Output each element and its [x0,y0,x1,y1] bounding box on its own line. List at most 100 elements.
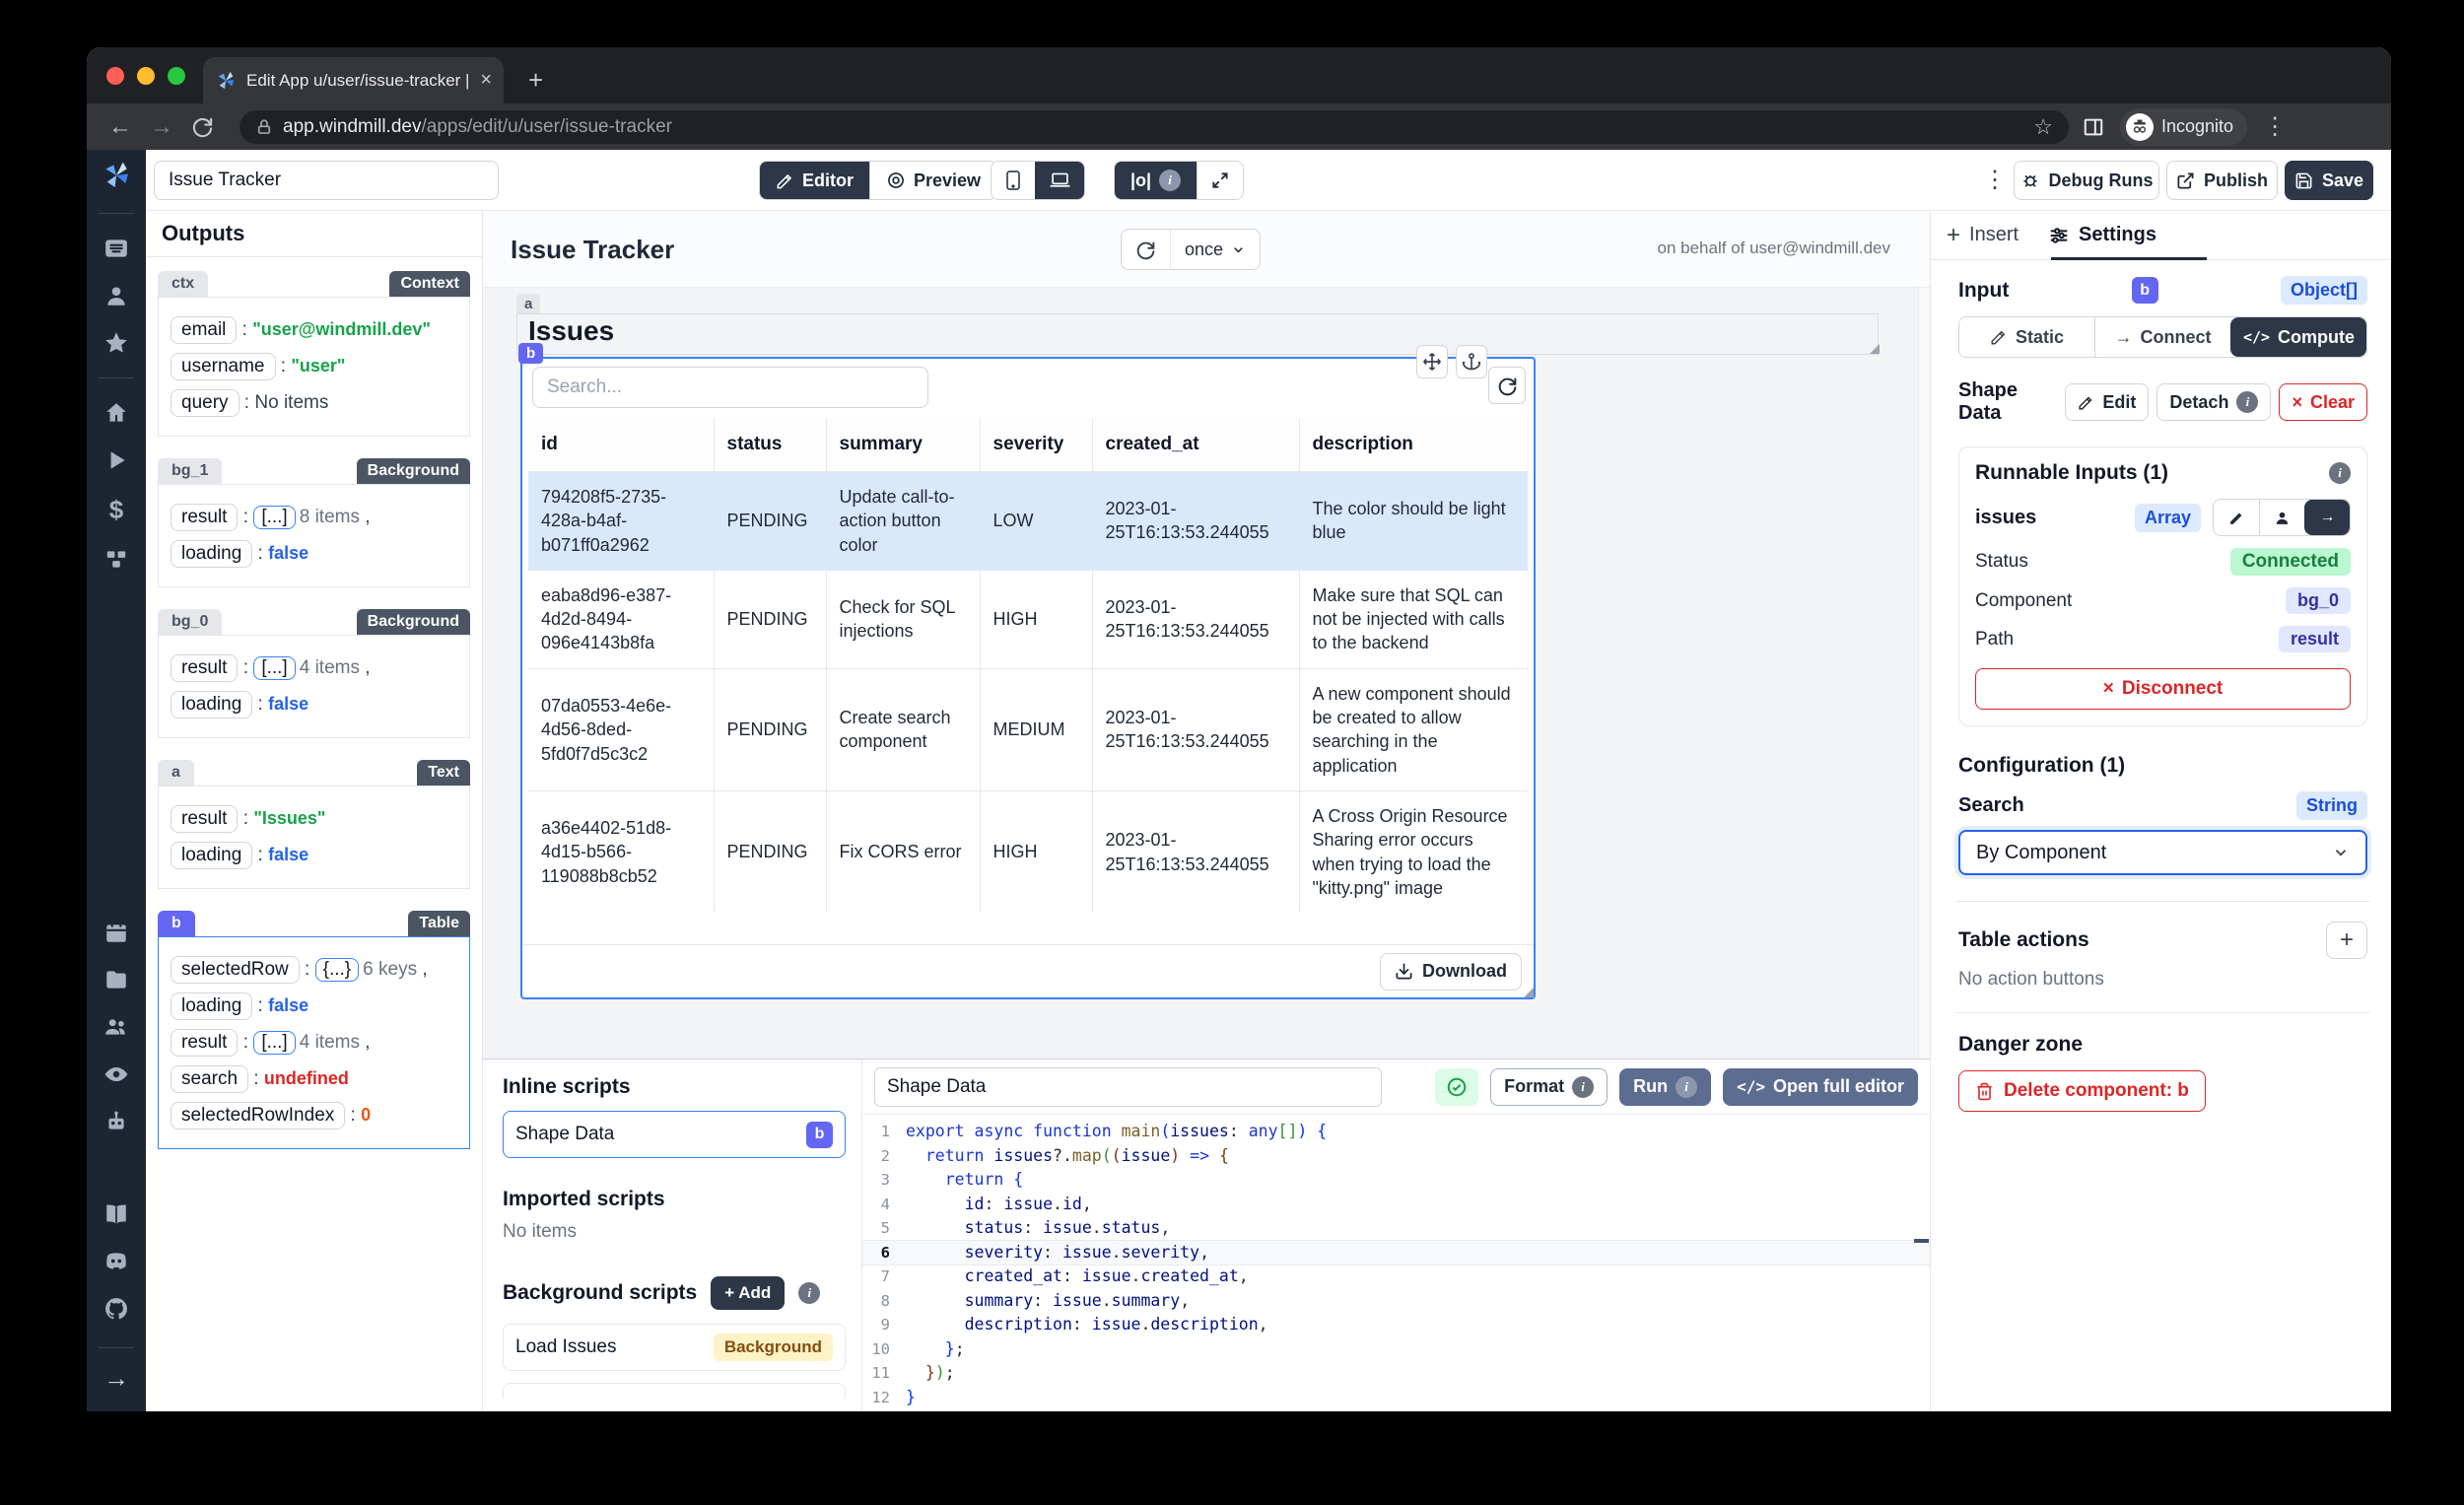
github-icon[interactable] [103,1296,129,1322]
table-column-header[interactable]: summary [825,418,980,472]
docs-icon[interactable] [103,1201,129,1227]
resize-handle[interactable] [1870,344,1880,354]
output-card-tab[interactable]: a [158,760,194,786]
new-tab-button[interactable]: + [528,61,543,99]
close-window-button[interactable] [106,67,124,85]
output-key[interactable]: username [171,353,276,380]
move-icon[interactable] [1416,345,1448,378]
sidebar-item-runs[interactable] [103,447,129,473]
script-name-input[interactable] [874,1066,1382,1107]
output-key[interactable]: selectedRow [171,956,300,984]
sidebar-item-variables[interactable]: $ [109,495,123,525]
sidebar-item-favorites[interactable] [103,330,129,356]
output-key[interactable]: result [171,654,239,682]
clear-button[interactable]: × Clear [2279,383,2367,421]
output-key[interactable]: loading [171,691,253,718]
table-column-header[interactable]: severity [979,418,1092,472]
table-row[interactable]: a36e4402-51d8-4d15-b566-119088b8cb52 PEND… [528,789,1528,914]
table-row[interactable]: 07da0553-4e6e-4d56-8ded-5fd0f7d5c3c2 PEND… [528,667,1528,791]
table-component-tag[interactable]: b [518,343,544,364]
user-icon-button[interactable] [2259,500,2304,535]
minimize-window-button[interactable] [137,67,155,85]
sidebar-item-schedules[interactable] [103,920,129,945]
delete-component-button[interactable]: Delete component: b [1958,1070,2206,1112]
canvas-refresh-icon[interactable] [1122,230,1170,269]
output-key[interactable]: selectedRowIndex [171,1102,346,1129]
sidebar-item-groups[interactable] [103,1014,129,1040]
sidebar-item-user[interactable] [103,283,129,308]
output-key[interactable]: result [171,504,239,531]
text-component-tag[interactable]: a [516,294,541,314]
desktop-view-button[interactable] [1035,162,1084,199]
sidebar-item-home[interactable] [103,400,129,426]
add-background-script-button[interactable]: + Add [711,1276,786,1310]
hide-panels-button[interactable]: |o| i [1115,162,1198,199]
add-action-button[interactable]: + [2326,922,2367,959]
table-component[interactable]: idstatussummaryseveritycreated_atdescrip… [520,357,1536,999]
output-key[interactable]: result [171,805,239,833]
static-mode-button[interactable]: Static [1959,317,2094,357]
debug-runs-button[interactable]: Debug Runs [2014,161,2159,200]
output-key[interactable]: loading [171,540,253,568]
output-key[interactable]: loading [171,842,253,869]
tab-settings[interactable]: Settings [2048,224,2156,246]
back-icon[interactable]: ← [108,113,132,141]
preview-mode-button[interactable]: Preview [869,162,996,199]
bookmark-star-icon[interactable]: ☆ [2033,114,2053,140]
table-column-header[interactable]: created_at [1091,418,1299,472]
sidebar-item-apps[interactable] [103,236,129,261]
connect-mode-button[interactable]: → Connect [2094,317,2230,357]
detach-button[interactable]: Detach i [2156,383,2272,421]
table-row[interactable]: eaba8d96-e387-4d2d-8494-096e4143b8fa PEND… [528,569,1528,669]
output-card-tab[interactable]: bg_0 [158,609,223,635]
sidebar-item-folders[interactable] [103,967,129,992]
inline-script-item[interactable]: Shape Data b [503,1111,846,1158]
table-column-header[interactable]: description [1298,418,1528,472]
open-full-editor-button[interactable]: </> Open full editor [1723,1067,1918,1106]
connect-icon-button[interactable]: → [2304,500,2350,535]
anchor-icon[interactable] [1456,345,1487,378]
compute-mode-button[interactable]: </> Compute [2230,317,2366,357]
sidebar-item-resources[interactable] [103,547,129,573]
expand-pill[interactable]: [...] [253,506,296,529]
table-column-header[interactable]: status [713,418,826,472]
expand-pill[interactable]: [...] [253,656,296,680]
static-icon-button[interactable] [2214,500,2259,535]
zoom-window-button[interactable] [168,67,185,85]
text-component[interactable] [516,313,1879,355]
table-row[interactable]: 794208f5-2735-428a-b4af-b071ff0a2962 PEND… [528,471,1528,571]
output-key[interactable]: result [171,1029,239,1057]
table-search-input[interactable] [532,367,928,408]
code-editor[interactable]: 1 export async function main(issues: any[… [862,1115,1930,1409]
sidebar-item-workers[interactable] [103,1109,129,1134]
output-key[interactable]: search [171,1065,249,1093]
expand-pill[interactable]: {...} [314,958,360,982]
table-column-header[interactable]: id [528,418,714,472]
search-mode-select[interactable]: By Component [1958,830,2367,875]
tab-insert[interactable]: + Insert [1947,223,2019,246]
fullscreen-icon[interactable] [1197,162,1243,199]
app-name-input[interactable] [154,161,499,200]
output-card-tab[interactable]: ctx [158,271,209,297]
mobile-view-button[interactable] [992,162,1035,199]
url-bar[interactable]: app.windmill.dev/apps/edit/u/user/issue-… [240,109,2069,144]
output-key[interactable]: loading [171,992,253,1020]
reload-icon[interactable] [191,115,214,138]
browser-menu-icon[interactable]: ⋮ [2263,112,2287,141]
resize-handle[interactable] [1524,988,1534,997]
publish-button[interactable]: Publish [2166,161,2278,200]
sidebar-expand-icon[interactable]: → [103,1363,129,1394]
editor-mode-button[interactable]: Editor [760,162,869,199]
expand-pill[interactable]: [...] [253,1031,296,1055]
save-button[interactable]: Save [2285,161,2373,200]
discord-icon[interactable] [103,1249,129,1274]
schedule-dropdown[interactable]: once [1170,230,1260,269]
disconnect-button[interactable]: × Disconnect [1975,668,2351,710]
download-button[interactable]: Download [1380,952,1522,991]
table-refresh-icon[interactable] [1488,367,1526,404]
side-panel-icon[interactable] [2083,116,2104,138]
sidebar-item-audit-logs[interactable] [103,1061,129,1087]
output-card-tab[interactable]: bg_1 [158,458,223,484]
output-card-tab[interactable]: b [158,911,195,936]
output-key[interactable]: query [171,389,240,417]
